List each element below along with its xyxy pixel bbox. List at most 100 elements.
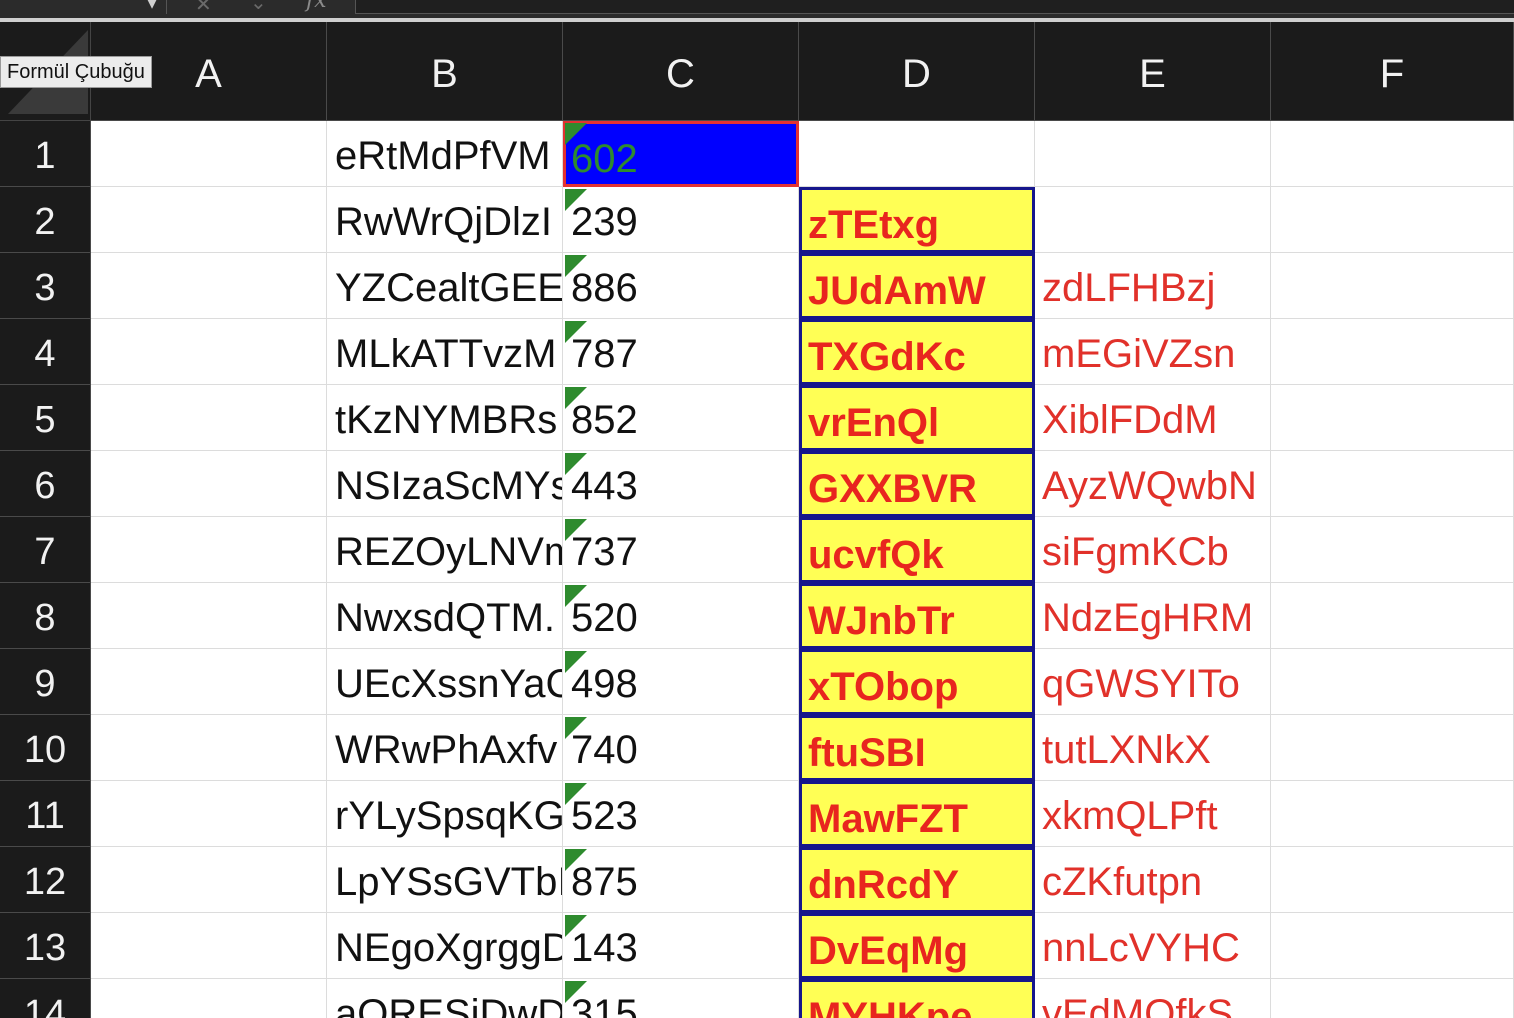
cell-c5[interactable]: 852 <box>563 385 799 451</box>
cell-b12[interactable]: LpYSsGVTbI <box>327 847 563 913</box>
cell-b4[interactable]: MLkATTvzM <box>327 319 563 385</box>
error-indicator-icon[interactable] <box>565 585 587 607</box>
row-header-7[interactable]: 7 <box>0 517 91 583</box>
cell-c8[interactable]: 520 <box>563 583 799 649</box>
cell-d11[interactable]: MawFZT <box>799 781 1035 847</box>
row-header-12[interactable]: 12 <box>0 847 91 913</box>
cell-f11[interactable] <box>1271 781 1514 847</box>
cell-b13[interactable]: NEgoXgrggD <box>327 913 563 979</box>
error-indicator-icon[interactable] <box>565 717 587 739</box>
cell-a3[interactable] <box>91 253 327 319</box>
row-header-3[interactable]: 3 <box>0 253 91 319</box>
cell-e10[interactable]: tutLXNkX <box>1035 715 1271 781</box>
formula-input[interactable] <box>355 0 1514 14</box>
error-indicator-icon[interactable] <box>565 387 587 409</box>
column-header-b[interactable]: B <box>327 22 563 121</box>
cell-c4[interactable]: 787 <box>563 319 799 385</box>
cell-e1[interactable] <box>1035 121 1271 187</box>
row-header-6[interactable]: 6 <box>0 451 91 517</box>
cell-c10[interactable]: 740 <box>563 715 799 781</box>
cell-c12[interactable]: 875 <box>563 847 799 913</box>
cell-a14[interactable] <box>91 979 327 1018</box>
cell-d9[interactable]: xTObop <box>799 649 1035 715</box>
cell-a1[interactable] <box>91 121 327 187</box>
cell-d12[interactable]: dnRcdY <box>799 847 1035 913</box>
cell-b8[interactable]: NwxsdQTM. <box>327 583 563 649</box>
cell-c9[interactable]: 498 <box>563 649 799 715</box>
cell-d10[interactable]: ftuSBI <box>799 715 1035 781</box>
row-header-2[interactable]: 2 <box>0 187 91 253</box>
row-header-4[interactable]: 4 <box>0 319 91 385</box>
cell-c6[interactable]: 443 <box>563 451 799 517</box>
cell-f12[interactable] <box>1271 847 1514 913</box>
error-indicator-icon[interactable] <box>565 321 587 343</box>
cell-e11[interactable]: xkmQLPft <box>1035 781 1271 847</box>
cell-a6[interactable] <box>91 451 327 517</box>
cell-d3[interactable]: JUdAmW <box>799 253 1035 319</box>
cell-e12[interactable]: cZKfutpn <box>1035 847 1271 913</box>
cell-f4[interactable] <box>1271 319 1514 385</box>
cell-e9[interactable]: qGWSYITo <box>1035 649 1271 715</box>
cell-a4[interactable] <box>91 319 327 385</box>
cell-a13[interactable] <box>91 913 327 979</box>
row-header-8[interactable]: 8 <box>0 583 91 649</box>
error-indicator-icon[interactable] <box>565 453 587 475</box>
cell-e8[interactable]: NdzEgHRM <box>1035 583 1271 649</box>
cell-a11[interactable] <box>91 781 327 847</box>
error-indicator-icon[interactable] <box>565 519 587 541</box>
fx-icon[interactable]: fx <box>306 0 327 13</box>
cell-f6[interactable] <box>1271 451 1514 517</box>
cell-b10[interactable]: WRwPhAxfv <box>327 715 563 781</box>
cell-d5[interactable]: vrEnQl <box>799 385 1035 451</box>
cell-e3[interactable]: zdLFHBzj <box>1035 253 1271 319</box>
cell-f5[interactable] <box>1271 385 1514 451</box>
row-header-5[interactable]: 5 <box>0 385 91 451</box>
cell-c14[interactable]: 315 <box>563 979 799 1018</box>
cell-d2[interactable]: zTEtxg <box>799 187 1035 253</box>
cell-b9[interactable]: UEcXssnYaC <box>327 649 563 715</box>
cell-a8[interactable] <box>91 583 327 649</box>
cell-d14[interactable]: MYHKpe <box>799 979 1035 1018</box>
cell-f14[interactable] <box>1271 979 1514 1018</box>
column-header-e[interactable]: E <box>1035 22 1271 121</box>
cell-d1[interactable] <box>799 121 1035 187</box>
cell-a7[interactable] <box>91 517 327 583</box>
cell-f1[interactable] <box>1271 121 1514 187</box>
column-header-c[interactable]: C <box>563 22 799 121</box>
error-indicator-icon[interactable] <box>565 255 587 277</box>
row-header-10[interactable]: 10 <box>0 715 91 781</box>
cell-e7[interactable]: siFgmKCb <box>1035 517 1271 583</box>
error-indicator-icon[interactable] <box>565 189 587 211</box>
cancel-x-icon[interactable]: ✕ <box>195 0 212 17</box>
cell-e13[interactable]: nnLcVYHC <box>1035 913 1271 979</box>
cell-d4[interactable]: TXGdKc <box>799 319 1035 385</box>
cell-a9[interactable] <box>91 649 327 715</box>
error-indicator-icon[interactable] <box>565 981 587 1003</box>
error-indicator-icon[interactable] <box>565 849 587 871</box>
cell-a12[interactable] <box>91 847 327 913</box>
cell-d8[interactable]: WJnbTr <box>799 583 1035 649</box>
cell-f7[interactable] <box>1271 517 1514 583</box>
cell-e4[interactable]: mEGiVZsn <box>1035 319 1271 385</box>
row-header-11[interactable]: 11 <box>0 781 91 847</box>
cell-c3[interactable]: 886 <box>563 253 799 319</box>
cell-f2[interactable] <box>1271 187 1514 253</box>
chevron-down-icon[interactable]: ▾ <box>142 0 162 14</box>
cell-c11[interactable]: 523 <box>563 781 799 847</box>
cell-a5[interactable] <box>91 385 327 451</box>
cell-b7[interactable]: REZOyLNVm <box>327 517 563 583</box>
cell-d6[interactable]: GXXBVR <box>799 451 1035 517</box>
cell-e2[interactable] <box>1035 187 1271 253</box>
cell-b2[interactable]: RwWrQjDlzI <box>327 187 563 253</box>
cell-f3[interactable] <box>1271 253 1514 319</box>
column-header-f[interactable]: F <box>1271 22 1514 121</box>
error-indicator-icon[interactable] <box>565 783 587 805</box>
cell-b11[interactable]: rYLySpsqKG <box>327 781 563 847</box>
row-header-9[interactable]: 9 <box>0 649 91 715</box>
row-header-1[interactable]: 1 <box>0 121 91 187</box>
cell-f8[interactable] <box>1271 583 1514 649</box>
cell-b14[interactable]: aQRESiDwD <box>327 979 563 1018</box>
cell-c2[interactable]: 239 <box>563 187 799 253</box>
cell-c1[interactable]: 602 <box>563 121 799 187</box>
cell-b6[interactable]: NSIzaScMYs <box>327 451 563 517</box>
